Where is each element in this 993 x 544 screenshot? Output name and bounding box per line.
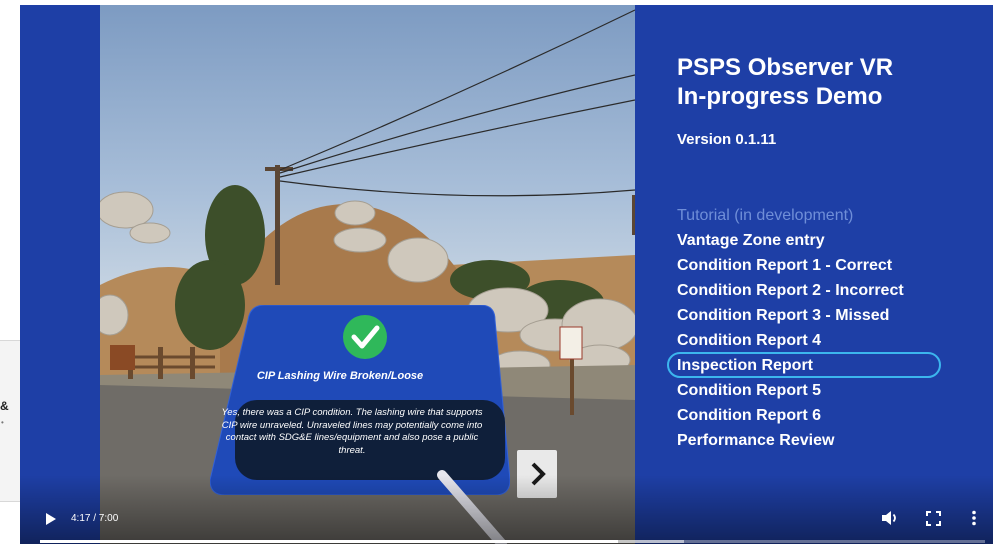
volume-icon	[882, 511, 896, 525]
video-title-line1: PSPS Observer VR	[677, 54, 894, 81]
volume-button[interactable]	[881, 510, 899, 531]
chapter-item-condition-report-1: Condition Report 1 - Correct	[677, 257, 893, 274]
video-info-panel: PSPS Observer VR In-progress Demo Versio…	[677, 53, 977, 148]
chapter-item-condition-report-6: Condition Report 6	[677, 407, 821, 424]
more-options-icon	[972, 510, 976, 526]
chapter-item-performance-review: Performance Review	[677, 432, 835, 449]
chapter-list: Tutorial (in development) Vantage Zone e…	[667, 203, 941, 453]
popup-title: CIP Lashing Wire Broken/Loose	[256, 370, 424, 382]
check-icon	[343, 315, 387, 359]
chapter-item-vantage-zone: Vantage Zone entry	[677, 232, 825, 249]
popup-body: Yes, there was a CIP condition. The lash…	[221, 407, 483, 456]
video-player[interactable]: CIP Lashing Wire Broken/Loose Yes, there…	[20, 5, 993, 544]
page-fragment: & •	[0, 340, 20, 502]
play-icon	[46, 513, 56, 525]
page-fragment-symbol: &	[0, 399, 9, 413]
vr-popup-panel	[210, 305, 510, 495]
chapter-item-condition-report-4: Condition Report 4	[677, 332, 821, 349]
play-button[interactable]	[45, 512, 57, 531]
fullscreen-icon	[926, 511, 941, 526]
chapter-item-inspection-report: Inspection Report	[667, 352, 941, 378]
chapter-item-tutorial: Tutorial (in development)	[677, 207, 854, 224]
fullscreen-button[interactable]	[926, 511, 941, 531]
video-title-line2: In-progress Demo	[677, 83, 883, 110]
controls-overlay	[20, 475, 993, 544]
chapter-item-condition-report-5: Condition Report 5	[677, 382, 821, 399]
chapter-item-condition-report-3: Condition Report 3 - Missed	[677, 307, 890, 324]
progress-buffer	[618, 540, 685, 543]
more-options-button[interactable]	[971, 510, 977, 531]
page-fragment-dot: •	[1, 418, 4, 427]
version-label: Version 0.1.11	[677, 131, 777, 148]
progress-played	[40, 540, 619, 543]
chapter-item-condition-report-2: Condition Report 2 - Incorrect	[677, 282, 904, 299]
time-display: 4:17 / 7:00	[71, 513, 119, 524]
progress-bar[interactable]	[40, 540, 985, 543]
video-left-border	[20, 5, 100, 544]
